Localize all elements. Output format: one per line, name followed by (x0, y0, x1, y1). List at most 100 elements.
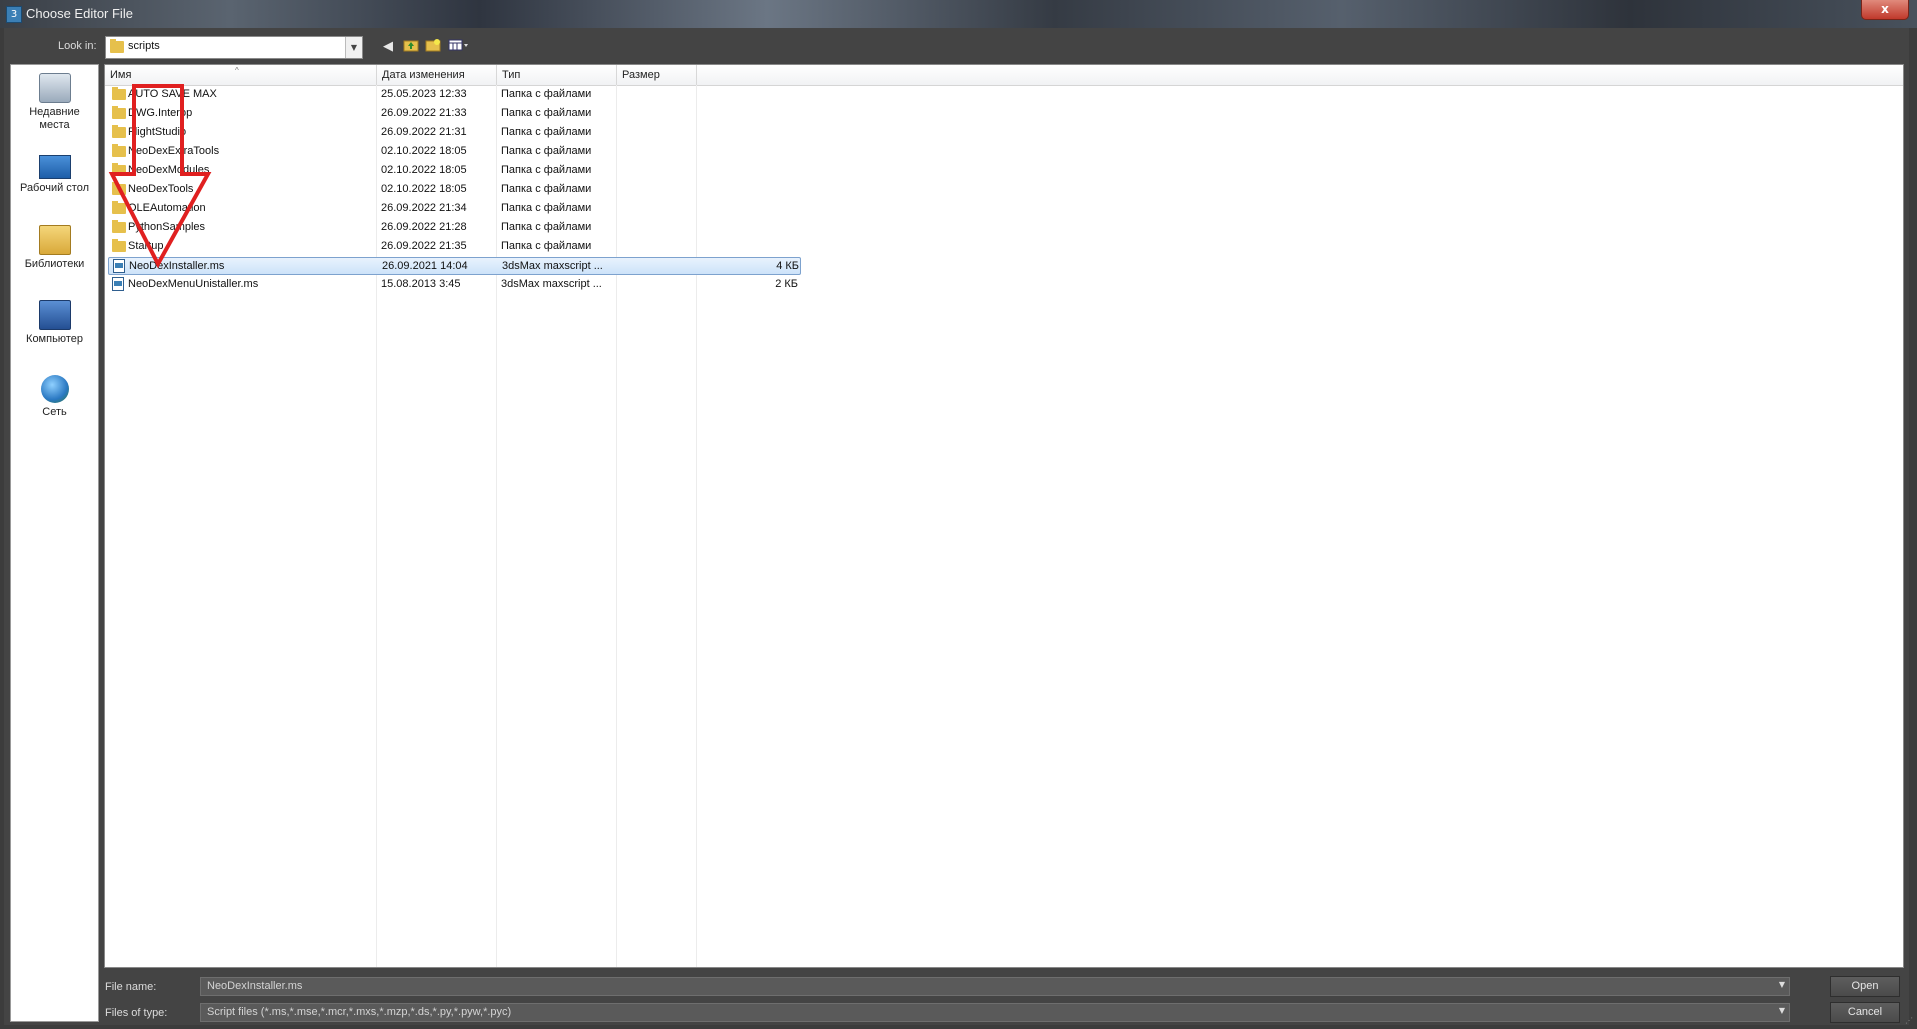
file-type: Папка с файлами (501, 145, 592, 157)
file-type: Папка с файлами (501, 164, 592, 176)
place-network[interactable]: Сеть (11, 375, 98, 419)
file-row[interactable]: PythonSamples 26.09.2022 21:28 Папка с фай… (108, 219, 801, 237)
file-date: 26.09.2022 21:34 (381, 202, 467, 214)
computer-icon (38, 300, 71, 330)
chevron-down-icon[interactable]: ▼ (1779, 980, 1785, 989)
file-name-value: NeoDexInstaller.ms (207, 980, 303, 992)
file-row[interactable]: NeoDexInstaller.ms 26.09.2021 14:04 3dsMax… (108, 257, 801, 275)
file-row[interactable]: DWG.Interop 26.09.2022 21:33 Папка с файла… (108, 105, 801, 123)
file-type: Папка с файлами (501, 183, 592, 195)
column-name-label: Имя (110, 69, 132, 81)
file-name: NeoDexTools (128, 183, 194, 195)
files-of-type-select[interactable]: Script files (*.ms,*.mse,*.mcr,*.mxs,*.m… (200, 1003, 1790, 1022)
folder-icon (112, 144, 126, 157)
chevron-down-icon[interactable]: ▼ (1779, 1006, 1785, 1015)
open-button[interactable]: Open (1830, 976, 1900, 997)
look-in-label: Look in: (58, 40, 97, 52)
cancel-button[interactable]: Cancel (1830, 1002, 1900, 1023)
file-name: PythonSamples (128, 221, 206, 233)
file-type: Папка с файлами (501, 88, 592, 100)
script-file-icon (112, 277, 124, 291)
file-list[interactable]: Имя ^ Дата изменения Тип Размер AUTO SAV… (104, 64, 1904, 968)
file-name: FlightStudio (128, 126, 187, 138)
app-icon: 3 (6, 6, 22, 23)
file-row[interactable]: OLEAutomation 26.09.2022 21:34 Папка с фай… (108, 200, 801, 218)
file-size: 2 КБ (775, 278, 798, 290)
look-in-value: scripts (128, 40, 160, 52)
files-of-type-label: Files of type: (105, 1007, 168, 1019)
place-label: Сеть (42, 406, 67, 418)
file-type: Папка с файлами (501, 221, 592, 233)
file-name-label: File name: (105, 981, 157, 993)
place-label: Рабочий стол (19, 182, 90, 194)
file-date: 26.09.2022 21:35 (381, 240, 467, 252)
network-icon (40, 375, 69, 403)
file-name-input[interactable]: NeoDexInstaller.ms ▼ (200, 977, 1790, 996)
close-button[interactable]: x (1861, 0, 1909, 20)
file-type: 3dsMax maxscript ... (501, 278, 602, 290)
new-folder-icon[interactable] (424, 38, 442, 55)
file-date: 02.10.2022 18:05 (381, 145, 467, 157)
view-menu-icon[interactable] (448, 38, 470, 55)
file-name: OLEAutomation (128, 202, 206, 214)
file-type: Папка с файлами (501, 240, 592, 252)
file-name: NeoDexInstaller.ms (129, 260, 225, 272)
column-header-type[interactable]: Тип (497, 65, 617, 85)
file-type: 3dsMax maxscript ... (502, 260, 603, 272)
window-title: Choose Editor File (26, 6, 133, 21)
file-row[interactable]: NeoDexTools 02.10.2022 18:05 Папка с файла… (108, 181, 801, 199)
places-bar: Недавние места Рабочий стол Библиотеки К… (10, 64, 99, 1022)
back-arrow-icon[interactable]: ◀ (379, 38, 397, 55)
desktop-icon (38, 155, 71, 179)
file-name: NeoDexExtraTools (128, 145, 220, 157)
file-size: 4 КБ (776, 260, 799, 272)
file-row[interactable]: FlightStudio 26.09.2022 21:31 Папка с файл… (108, 124, 801, 142)
column-header-date[interactable]: Дата изменения (377, 65, 497, 85)
file-row[interactable]: AUTO SAVE MAX 25.05.2023 12:33 Папка с фай… (108, 86, 801, 104)
place-label: Библиотеки (24, 258, 85, 270)
place-desktop[interactable]: Рабочий стол (11, 151, 98, 195)
sort-caret-icon: ^ (235, 66, 239, 75)
title-bar[interactable]: 3 Choose Editor File x (0, 0, 1917, 28)
file-name: NeoDexModules (128, 164, 210, 176)
folder-icon (112, 87, 126, 100)
file-row[interactable]: NeoDexExtraTools 02.10.2022 18:05 Папка с … (108, 143, 801, 161)
file-date: 02.10.2022 18:05 (381, 164, 467, 176)
folder-icon (112, 182, 126, 195)
look-in-dropdown[interactable]: scripts ▼ (105, 36, 363, 59)
place-computer[interactable]: Компьютер (11, 300, 98, 346)
file-type: Папка с файлами (501, 107, 592, 119)
file-type: Папка с файлами (501, 126, 592, 138)
file-name: NeoDexMenuUnistaller.ms (128, 278, 259, 290)
column-header-size[interactable]: Размер (617, 65, 697, 85)
file-date: 26.09.2022 21:28 (381, 221, 467, 233)
file-name: Startup (128, 240, 164, 252)
place-recent[interactable]: Недавние места (11, 73, 98, 132)
column-header-row: Имя ^ Дата изменения Тип Размер (105, 65, 1903, 86)
resize-grip-icon[interactable]: ⋰ (1905, 1016, 1913, 1025)
file-date: 26.09.2022 21:31 (381, 126, 467, 138)
place-libraries[interactable]: Библиотеки (11, 225, 98, 271)
file-name: DWG.Interop (128, 107, 193, 119)
file-row[interactable]: Startup 26.09.2022 21:35 Папка с файлами (108, 238, 801, 256)
file-row[interactable]: NeoDexMenuUnistaller.ms 15.08.2013 3:45 3d… (108, 276, 801, 294)
place-label: Недавние места (29, 106, 80, 131)
file-date: 26.09.2021 14:04 (382, 260, 468, 272)
column-header-name[interactable]: Имя ^ (105, 65, 377, 85)
file-date: 26.09.2022 21:33 (381, 107, 467, 119)
folder-icon (112, 125, 126, 138)
files-of-type-value: Script files (*.ms,*.mse,*.mcr,*.mxs,*.m… (207, 1006, 512, 1018)
chevron-down-icon[interactable]: ▼ (345, 37, 362, 58)
file-name: AUTO SAVE MAX (128, 88, 217, 100)
up-folder-icon[interactable] (402, 38, 420, 55)
file-date: 02.10.2022 18:05 (381, 183, 467, 195)
file-date: 15.08.2013 3:45 (381, 278, 461, 290)
folder-icon (112, 201, 126, 214)
folder-icon (112, 163, 126, 176)
folder-icon (112, 220, 126, 233)
place-label: Компьютер (26, 333, 83, 345)
folder-icon (110, 39, 124, 53)
file-row[interactable]: NeoDexModules 02.10.2022 18:05 Папка с фай… (108, 162, 801, 180)
folder-icon (112, 239, 126, 252)
libraries-icon (38, 225, 71, 255)
